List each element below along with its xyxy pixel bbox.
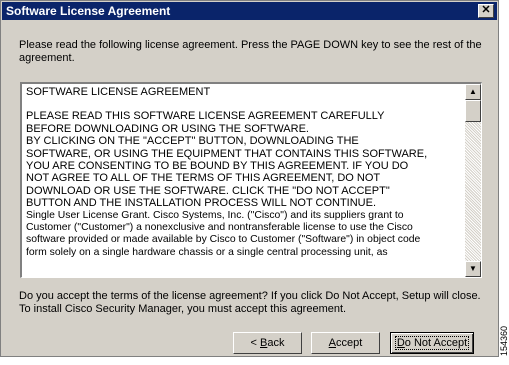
do-not-accept-focus: Do Not Accept (394, 336, 470, 350)
back-label: ack (267, 337, 285, 349)
accept-button[interactable]: Accept (311, 332, 380, 354)
scroll-up-button[interactable]: ▲ (465, 84, 481, 100)
title-bar: Software License Agreement ✕ (2, 2, 497, 20)
back-button[interactable]: < Back (233, 332, 302, 354)
accept-label: ccept (336, 337, 363, 349)
close-icon: ✕ (481, 4, 491, 16)
license-textbox[interactable]: SOFTWARE LICENSE AGREEMENT PLEASE READ T… (20, 82, 482, 278)
vertical-scrollbar[interactable]: ▲ ▼ (465, 84, 481, 277)
license-heading: SOFTWARE LICENSE AGREEMENT (26, 86, 211, 98)
back-prefix: < (250, 337, 260, 349)
arrow-up-icon: ▲ (469, 87, 477, 96)
close-button[interactable]: ✕ (478, 4, 494, 18)
scroll-thumb[interactable] (465, 100, 481, 122)
arrow-down-icon: ▼ (469, 264, 477, 273)
intro-text: Please read the following license agreem… (19, 39, 482, 64)
do-not-accept-hotkey: D (396, 337, 405, 349)
accept-hotkey: A (328, 337, 337, 349)
accept-question: Do you accept the terms of the license a… (19, 290, 481, 315)
license-content: SOFTWARE LICENSE AGREEMENT PLEASE READ T… (26, 86, 460, 259)
license-dialog: Software License Agreement ✕ Please read… (0, 0, 499, 357)
scroll-down-button[interactable]: ▼ (465, 261, 481, 277)
window-title: Software License Agreement (6, 4, 171, 18)
figure-id-text: 154360 (499, 325, 509, 357)
figure-id: 154360 (499, 319, 509, 363)
license-body: PLEASE READ THIS SOFTWARE LICENSE AGREEM… (26, 110, 428, 210)
do-not-accept-button[interactable]: Do Not Accept (390, 332, 474, 354)
do-not-accept-label: o Not Accept (404, 337, 468, 349)
license-grant: Single User License Grant. Cisco Systems… (26, 209, 421, 258)
